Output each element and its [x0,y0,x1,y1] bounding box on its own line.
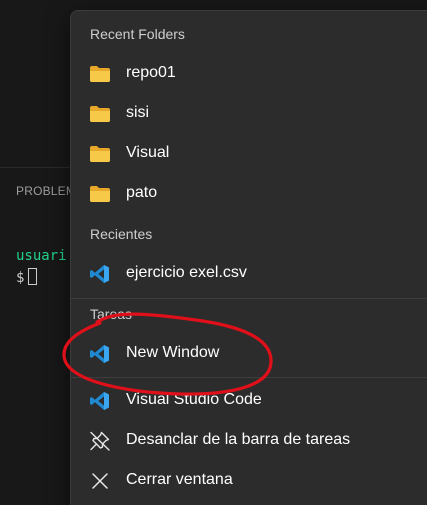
new-window-label: New Window [126,344,220,361]
close-window-item[interactable]: Cerrar ventana [77,463,427,499]
new-window-item[interactable]: New Window [77,336,427,372]
vscode-icon [90,392,109,410]
open-vscode-label: Visual Studio Code [126,391,262,408]
section-title-recientes: Recientes [90,226,153,242]
folder-icon [90,186,110,202]
recent-folder-label: repo01 [126,64,176,81]
screen: PROBLEM usuari $ Recent Folders repo01 s… [0,0,427,505]
recent-file-label: ejercicio exel.csv [126,264,247,281]
recent-folder-item[interactable]: repo01 [77,56,427,92]
terminal-user-text: usuari [16,248,67,264]
folder-icon [90,106,110,122]
unpin-icon [90,431,110,451]
recent-folder-label: Visual [126,144,170,161]
folder-icon [90,146,110,162]
recent-folder-label: pato [126,184,158,201]
close-window-label: Cerrar ventana [126,471,233,488]
folder-icon [90,66,110,82]
vscode-icon [90,345,109,363]
section-title-tareas: Tareas [90,306,133,322]
terminal-prompt[interactable]: $ [16,268,38,286]
tab-problems[interactable]: PROBLEM [16,184,76,198]
close-icon [92,473,108,489]
recent-file-item[interactable]: ejercicio exel.csv [77,256,427,292]
unpin-taskbar-label: Desanclar de la barra de tareas [126,431,351,448]
recent-folder-item[interactable]: pato [77,176,427,212]
prompt-symbol: $ [16,270,25,286]
recent-folder-label: sisi [126,104,150,121]
divider [71,298,427,299]
recent-folder-item[interactable]: sisi [77,96,427,132]
section-title-recent-folders: Recent Folders [90,26,185,42]
vscode-icon [90,265,109,283]
taskbar-jump-list: Recent Folders repo01 sisi Visual pato R… [70,10,427,505]
divider [71,377,427,378]
terminal-cursor [28,268,38,285]
open-vscode-item[interactable]: Visual Studio Code [77,383,427,419]
recent-folder-item[interactable]: Visual [77,136,427,172]
unpin-taskbar-item[interactable]: Desanclar de la barra de tareas [77,423,427,459]
